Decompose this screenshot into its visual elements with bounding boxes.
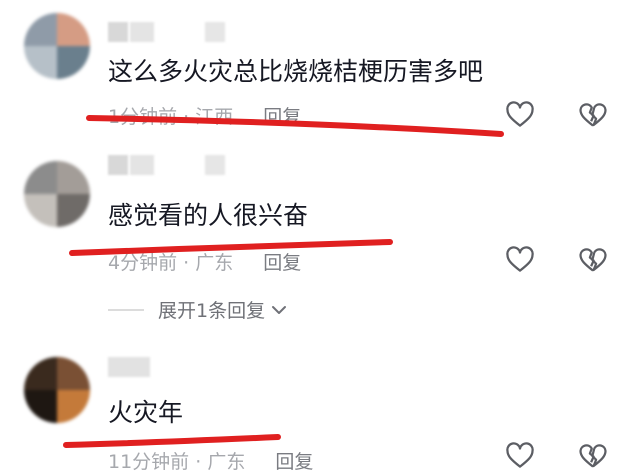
comment-item-1: 这么多火灾总比烧烧桔梗历害多吧 1分钟前 · 江西 回复 <box>0 0 640 145</box>
avatar[interactable] <box>24 13 90 79</box>
username-redacted[interactable] <box>205 22 225 42</box>
divider <box>108 308 144 311</box>
expand-replies-label: 展开1条回复 <box>158 300 266 322</box>
broken-heart-icon[interactable] <box>578 441 608 471</box>
expand-replies-button[interactable]: 展开1条回复 <box>108 296 287 323</box>
username-redacted[interactable] <box>205 155 225 175</box>
avatar-pixel <box>24 161 57 194</box>
username-redacted[interactable] <box>130 22 154 42</box>
username-redacted[interactable] <box>108 155 128 175</box>
avatar-pixel <box>24 46 57 79</box>
avatar-pixel <box>57 13 90 46</box>
username-redacted[interactable] <box>108 357 150 377</box>
avatar[interactable] <box>24 161 90 227</box>
red-underline-annotation <box>63 434 281 448</box>
red-underline-annotation <box>69 239 393 256</box>
reply-button[interactable]: 回复 <box>275 451 313 473</box>
comment-text: 感觉看的人很兴奋 <box>108 201 309 230</box>
avatar-pixel <box>57 46 90 79</box>
username-redacted[interactable] <box>108 22 128 42</box>
chevron-down-icon <box>272 305 287 314</box>
heart-outline-icon[interactable] <box>505 100 535 130</box>
comment-item-3: 火灾年 11分钟前 · 广东 回复 <box>0 345 640 473</box>
comment-time: 11分钟前 <box>108 451 190 473</box>
avatar-pixel <box>24 194 57 227</box>
avatar[interactable] <box>24 357 90 423</box>
avatar-pixel <box>24 13 57 46</box>
heart-outline-icon[interactable] <box>505 441 535 471</box>
broken-heart-icon[interactable] <box>578 245 608 275</box>
avatar-pixel <box>24 390 57 423</box>
avatar-pixel <box>24 357 57 390</box>
comment-text: 火灾年 <box>108 398 184 427</box>
heart-outline-icon[interactable] <box>505 245 535 275</box>
comment-region: 广东 <box>207 451 246 473</box>
separator: · <box>195 451 208 473</box>
avatar-pixel <box>57 161 90 194</box>
avatar-pixel <box>57 390 90 423</box>
avatar-pixel <box>57 357 90 390</box>
avatar-pixel <box>57 194 90 227</box>
username-redacted[interactable] <box>130 155 154 175</box>
comment-item-2: 感觉看的人很兴奋 4分钟前 · 广东 回复 <box>0 145 640 295</box>
broken-heart-icon[interactable] <box>578 100 608 130</box>
red-underline-annotation <box>86 115 504 137</box>
comment-meta: 11分钟前 · 广东 回复 <box>108 447 313 474</box>
comment-text: 这么多火灾总比烧烧桔梗历害多吧 <box>108 57 484 86</box>
